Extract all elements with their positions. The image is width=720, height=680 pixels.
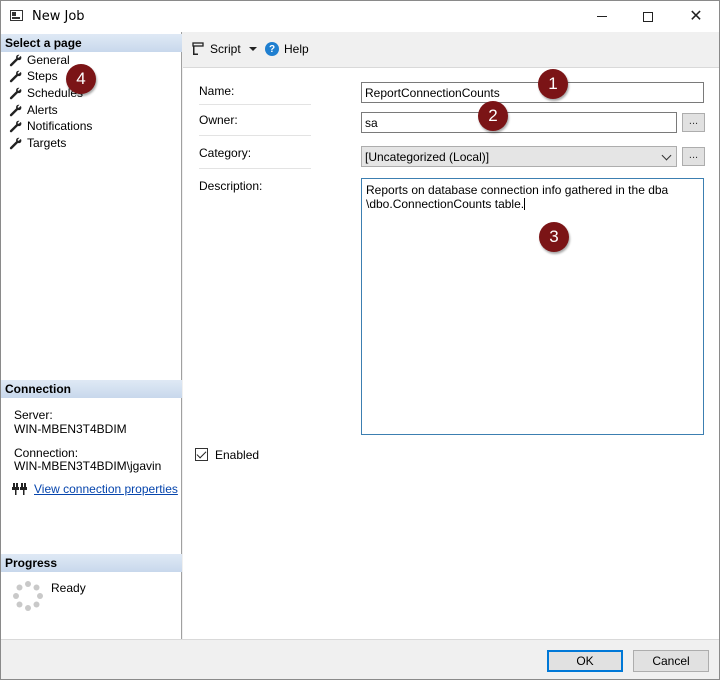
connection-label: Connection: [14, 446, 79, 460]
name-label: Name: [199, 84, 235, 98]
window-title: New Job [32, 9, 85, 24]
enabled-checkbox[interactable] [195, 448, 208, 461]
page-item-steps[interactable]: Steps [9, 68, 58, 84]
page-item-general[interactable]: General [9, 52, 70, 68]
cancel-button[interactable]: Cancel [633, 650, 709, 672]
script-icon [192, 42, 204, 55]
page-item-notifications[interactable]: Notifications [9, 118, 92, 134]
name-input[interactable]: ReportConnectionCounts [361, 82, 704, 103]
wrench-icon [9, 104, 22, 116]
maximize-icon [643, 11, 653, 22]
dialog-footer: OK Cancel [1, 639, 719, 679]
description-label: Description: [199, 179, 263, 193]
main-panel: Script ? Help Name: ReportConnectionCoun… [183, 32, 719, 639]
wrench-icon [9, 70, 22, 82]
select-page-header: Select a page [1, 34, 182, 52]
chevron-down-icon [248, 47, 257, 51]
progress-status: Ready [51, 581, 86, 595]
category-label: Category: [199, 146, 252, 160]
page-item-targets[interactable]: Targets [9, 135, 66, 151]
title-bar: New Job ✕ [1, 1, 719, 32]
server-label: Server: [14, 408, 53, 422]
chevron-down-icon [661, 150, 672, 161]
category-select[interactable]: [Uncategorized (Local)] [361, 146, 677, 167]
callout-3: 3 [539, 222, 569, 252]
callout-1: 1 [538, 69, 568, 99]
callout-4: 4 [66, 64, 96, 94]
page-item-label: Steps [27, 69, 58, 83]
help-button[interactable]: ? Help [265, 42, 309, 56]
toolbar: Script ? Help [183, 32, 719, 68]
job-window-icon [10, 10, 23, 21]
view-connection-properties[interactable]: View connection properties [12, 482, 178, 496]
maximize-button[interactable] [625, 1, 671, 32]
text-cursor [524, 198, 526, 210]
server-value: WIN-MBEN3T4BDIM [14, 422, 127, 436]
divider [199, 135, 311, 136]
wrench-icon [9, 137, 22, 149]
divider [199, 168, 311, 169]
connection-value: WIN-MBEN3T4BDIM\jgavin [14, 459, 162, 473]
connection-header: Connection [1, 380, 182, 398]
close-button[interactable]: ✕ [673, 1, 719, 32]
wrench-icon [9, 120, 22, 132]
script-button[interactable]: Script [191, 42, 257, 56]
page-item-label: Notifications [27, 119, 93, 133]
help-icon: ? [265, 42, 279, 56]
progress-spinner-icon [13, 581, 43, 611]
minimize-icon [597, 16, 607, 17]
owner-browse-button[interactable]: ... [682, 113, 705, 132]
connection-plug-icon [12, 483, 27, 495]
page-item-alerts[interactable]: Alerts [9, 102, 58, 118]
callout-2: 2 [478, 101, 508, 131]
wrench-icon [9, 87, 22, 99]
left-panel: Select a page General Steps Schedules Al… [1, 32, 182, 639]
description-textarea[interactable]: Reports on database connection info gath… [361, 178, 704, 435]
view-connection-link[interactable]: View connection properties [34, 482, 178, 496]
owner-input[interactable]: sa [361, 112, 677, 133]
close-icon: ✕ [689, 7, 703, 25]
page-item-label: Alerts [27, 103, 58, 117]
page-item-label: Targets [27, 136, 67, 150]
category-browse-button[interactable]: ... [682, 147, 705, 166]
wrench-icon [9, 54, 22, 66]
description-text: Reports on database connection info gath… [366, 183, 669, 211]
progress-header: Progress [1, 554, 182, 572]
help-label: Help [284, 42, 309, 56]
page-item-label: General [27, 53, 70, 67]
script-label: Script [210, 42, 241, 56]
enabled-label[interactable]: Enabled [215, 448, 259, 462]
new-job-dialog: New Job ✕ Select a page General Steps Sc… [0, 0, 720, 680]
ok-button[interactable]: OK [547, 650, 623, 672]
minimize-button[interactable] [579, 1, 625, 32]
owner-label: Owner: [199, 113, 238, 127]
divider [199, 104, 311, 105]
category-value: [Uncategorized (Local)] [365, 150, 490, 164]
